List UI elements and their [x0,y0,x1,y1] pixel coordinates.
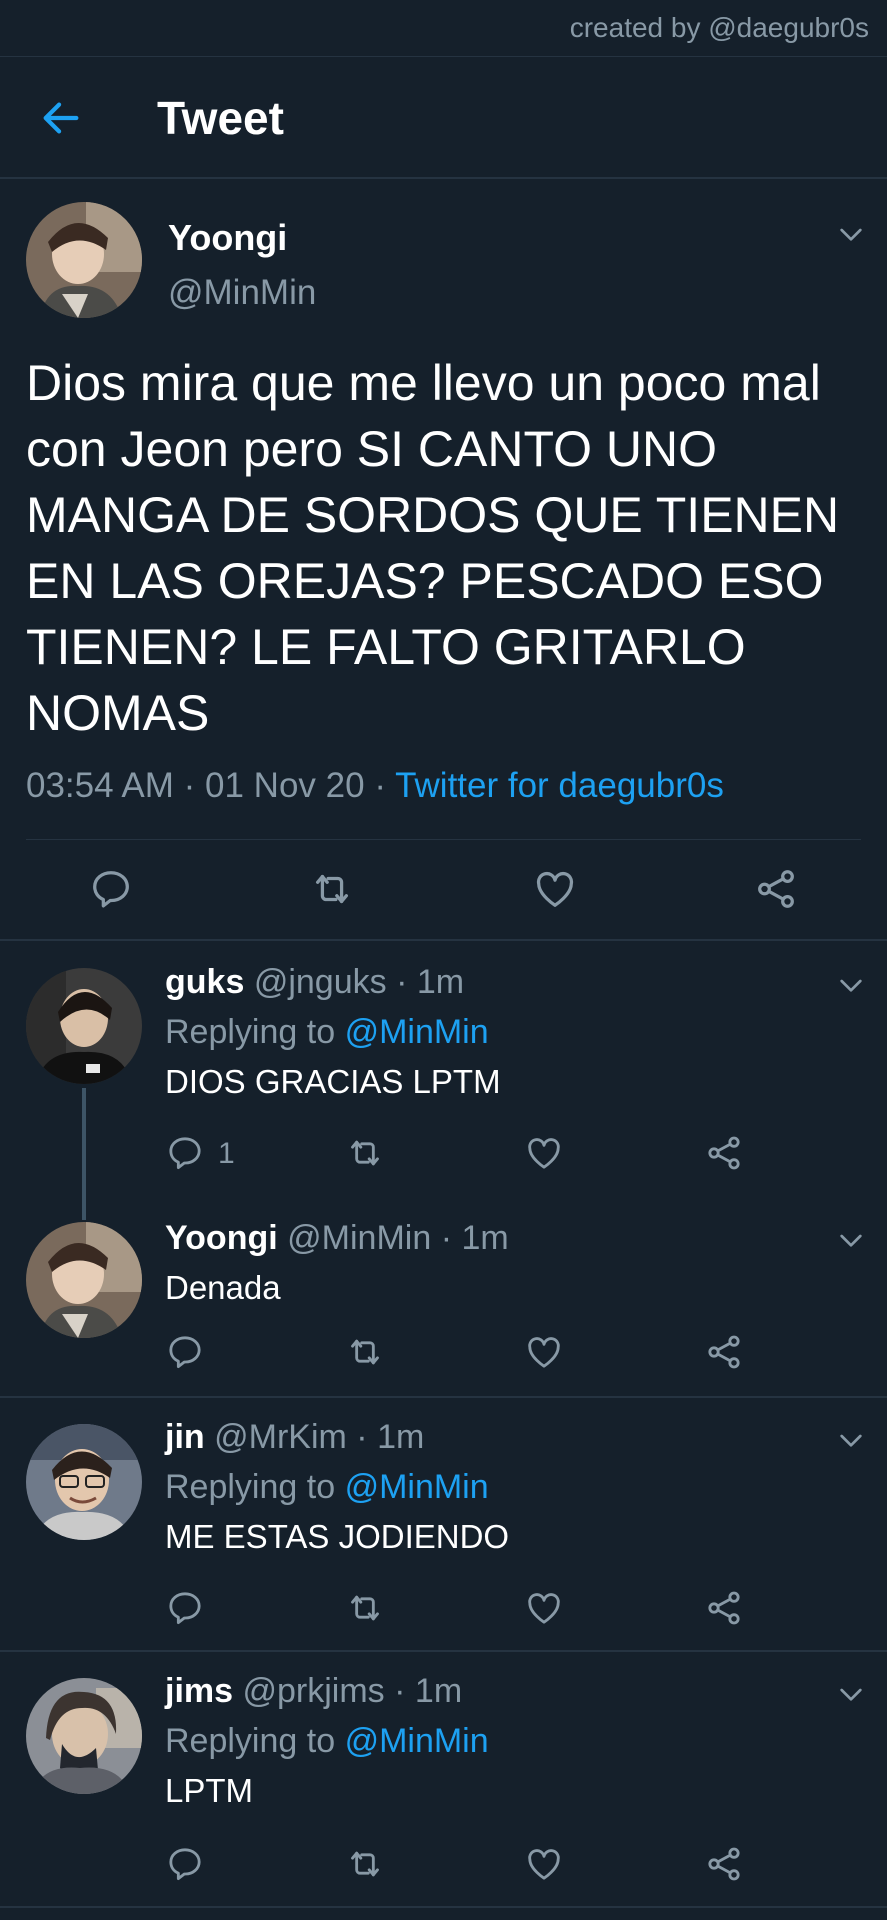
meta-separator: · [396,963,417,1001]
reply-count: 1 [218,1137,235,1170]
replying-to: Replying to @MinMin [165,1468,489,1507]
author-handle[interactable]: @prkjims [243,1672,385,1710]
like-icon[interactable] [524,1844,564,1884]
replying-label: Replying to [165,1722,336,1760]
author-name[interactable]: guks [165,963,244,1001]
author-handle[interactable]: @MinMin [287,1219,431,1257]
author-name[interactable]: Yoongi [165,1219,278,1257]
divider [26,839,861,840]
author-name[interactable]: jin [165,1418,205,1456]
chevron-down-icon[interactable] [835,1678,867,1710]
retweet-icon[interactable] [345,1588,385,1628]
author-name[interactable]: jims [165,1672,233,1710]
replying-label: Replying to [165,1013,336,1051]
reply-item[interactable]: jin @MrKim · 1m Replying to @MinMin ME E… [0,1398,887,1650]
retweet-icon[interactable] [345,1844,385,1884]
reply-header: jims @prkjims · 1m [165,1672,462,1711]
replying-label: Replying to [165,1468,336,1506]
avatar[interactable] [26,1222,142,1338]
avatar[interactable] [26,1678,142,1794]
thread-line [82,1168,86,1220]
author-handle[interactable]: @jnguks [254,963,387,1001]
author-handle[interactable]: @MinMin [168,273,316,313]
retweet-icon[interactable] [309,866,355,912]
tweet-text: Dios mira que me llevo un poco mal con J… [26,355,840,741]
avatar[interactable] [26,968,142,1084]
meta-separator: · [374,766,396,805]
reply-icon[interactable] [165,1844,205,1884]
reply-text: Denada [165,1269,281,1306]
meta-separator: · [394,1672,415,1710]
avatar[interactable] [26,202,142,318]
meta-separator: · [356,1418,378,1456]
reply-item[interactable]: guks @jnguks · 1m Replying to @MinMin DI… [0,943,887,1170]
page-title: Tweet [157,92,284,144]
thread-line [82,1088,86,1168]
reply-time: 1m [416,963,465,1001]
reply-item[interactable]: jims @prkjims · 1m Replying to @MinMin L… [0,1652,887,1906]
replying-to-link[interactable]: @MinMin [345,1722,489,1760]
chevron-down-icon[interactable] [835,1424,867,1456]
reply-time: 1m [377,1418,425,1456]
reply-text: ME ESTAS JODIENDO [165,1518,510,1555]
reply-icon[interactable] [165,1588,205,1628]
chevron-down-icon[interactable] [835,1224,867,1256]
watermark: created by @daegubr0s [569,12,869,43]
main-tweet: Yoongi @MinMin Dios mira que me llevo un… [0,181,887,941]
like-icon[interactable] [524,1332,564,1372]
tweet-time: 03:54 AM [26,766,174,805]
share-icon[interactable] [704,1332,744,1372]
chevron-down-icon[interactable] [835,969,867,1001]
like-icon[interactable] [524,1588,564,1628]
share-icon[interactable] [704,1133,744,1173]
replying-to-link[interactable]: @MinMin [345,1468,489,1506]
reply-icon[interactable] [88,866,134,912]
replying-to-link[interactable]: @MinMin [345,1013,489,1051]
share-icon[interactable] [704,1588,744,1628]
reply-text: DIOS GRACIAS LPTM [165,1063,501,1100]
reply-time: 1m [461,1219,509,1257]
replying-to: Replying to @MinMin [165,1722,489,1761]
like-icon[interactable] [532,866,578,912]
share-icon[interactable] [753,866,799,912]
reply-header: Yoongi @MinMin · 1m [165,1219,509,1258]
chevron-down-icon[interactable] [835,218,867,250]
author-name[interactable]: Yoongi [168,217,287,259]
share-icon[interactable] [704,1844,744,1884]
reply-time: 1m [414,1672,463,1710]
divider [0,1906,887,1908]
reply-text: LPTM [165,1772,254,1809]
reply-header: guks @jnguks · 1m [165,963,464,1002]
meta-separator: · [440,1219,462,1257]
replying-to: Replying to @MinMin [165,1013,489,1052]
tweet-source[interactable]: Twitter for daegubr0s [395,766,724,805]
like-icon[interactable] [524,1133,564,1173]
reply-icon[interactable] [165,1332,205,1372]
header: Tweet [0,57,887,179]
author-handle[interactable]: @MrKim [214,1418,347,1456]
tweet-meta: 03:54 AM · 01 Nov 20 · Twitter for daegu… [26,766,724,806]
retweet-icon[interactable] [345,1332,385,1372]
back-arrow-icon[interactable] [38,95,84,141]
tweet-date: 01 Nov 20 [205,766,365,805]
retweet-icon[interactable] [345,1133,385,1173]
reply-header: jin @MrKim · 1m [165,1418,424,1457]
reply-icon[interactable] [165,1133,205,1173]
meta-separator: · [183,766,206,805]
reply-item[interactable]: Yoongi @MinMin · 1m Denada [0,1168,887,1396]
avatar[interactable] [26,1424,142,1540]
